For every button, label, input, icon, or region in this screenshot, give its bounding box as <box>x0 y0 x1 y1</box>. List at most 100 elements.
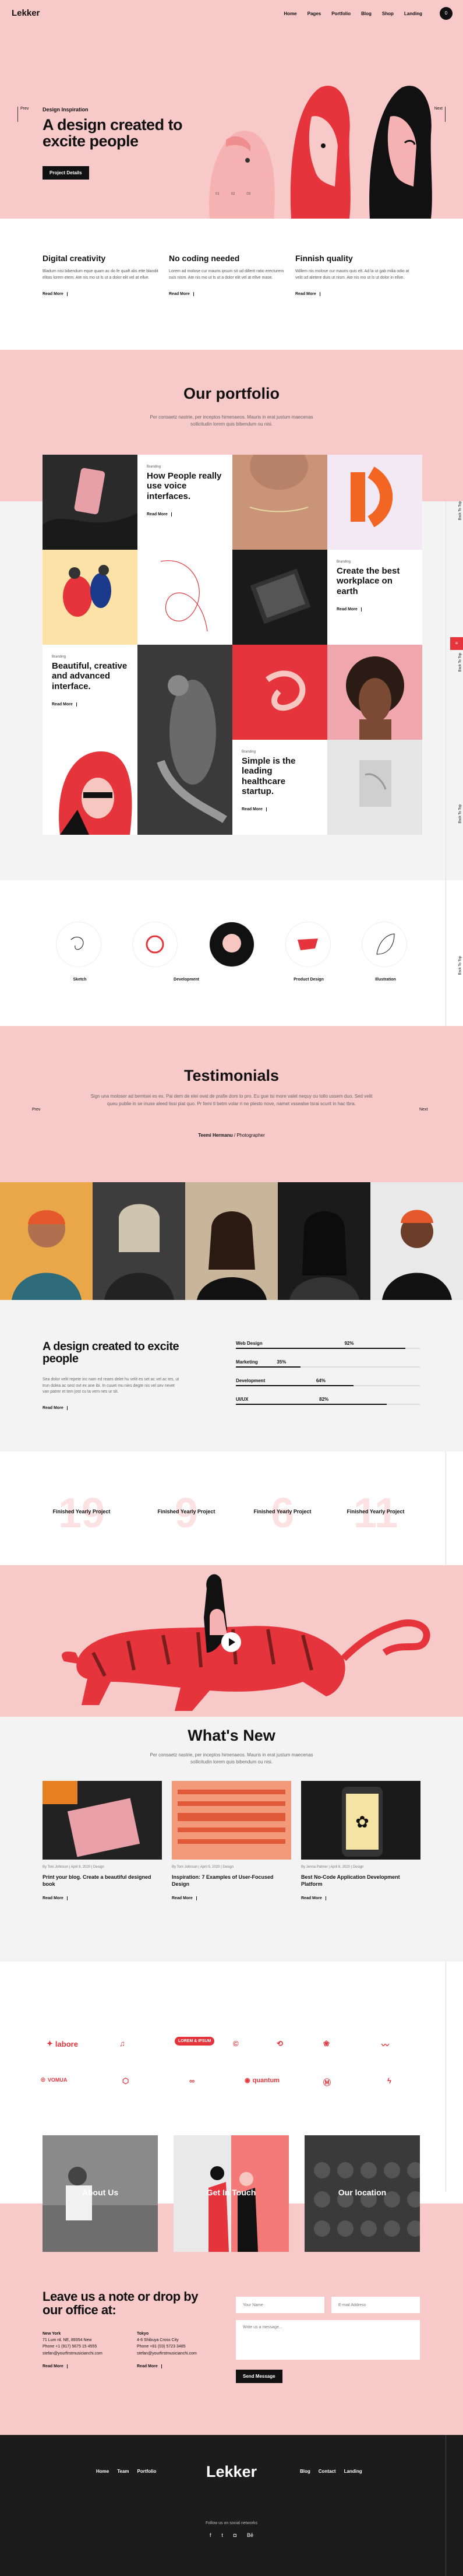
partner-logo[interactable]: ❀ <box>323 2039 330 2048</box>
back-to-top-link[interactable]: Back To Top <box>458 956 462 975</box>
development-icon[interactable] <box>133 922 177 967</box>
portfolio-card[interactable]: Branding Create the best workplace on ea… <box>327 550 422 645</box>
news-title-link[interactable]: Best No-Code Application Development Pla… <box>301 1874 420 1888</box>
footer-link[interactable]: Blog <box>300 2469 310 2474</box>
read-more-link[interactable]: Read More <box>301 1896 326 1900</box>
sketch-icon[interactable] <box>56 922 101 967</box>
portfolio-image[interactable] <box>327 645 422 740</box>
partner-logo[interactable]: ✦ labore <box>47 2039 78 2048</box>
partner-logo[interactable]: ♫ <box>119 2039 125 2048</box>
partner-logo[interactable]: © <box>233 2039 239 2048</box>
nav-shop[interactable]: Shop <box>382 11 394 16</box>
partner-logo[interactable]: LOREM & IPSUM <box>175 2037 215 2046</box>
read-more-link[interactable]: Read More <box>242 807 267 811</box>
slide-indicator[interactable]: 03 <box>246 192 250 196</box>
news-card[interactable]: ✿ By Jenna Palmer | April 8, 2020 | Desi… <box>301 1781 420 1901</box>
hero-next-button[interactable]: Next <box>434 107 446 122</box>
portfolio-image[interactable] <box>327 740 422 835</box>
instagram-icon[interactable]: ◘ <box>234 2532 236 2538</box>
read-more-link[interactable]: Read More <box>43 2363 68 2370</box>
portfolio-image[interactable] <box>43 550 137 645</box>
nav-landing[interactable]: Landing <box>404 11 422 16</box>
testimonial-prev-button[interactable]: Prev <box>32 1108 40 1112</box>
news-image[interactable] <box>43 1781 162 1860</box>
tag-label[interactable]: Product Design <box>285 978 332 982</box>
testimonial-next-button[interactable]: Next <box>419 1108 427 1112</box>
message-textarea[interactable] <box>236 2320 420 2360</box>
read-more-link[interactable]: Read More <box>43 1406 68 1410</box>
facebook-icon[interactable]: f <box>210 2532 211 2538</box>
read-more-link[interactable]: Read More <box>172 1896 197 1900</box>
illustration-icon[interactable] <box>286 922 330 967</box>
partner-logo[interactable]: ◉ quantum <box>245 2076 280 2085</box>
name-input[interactable] <box>236 2297 324 2313</box>
read-more-link[interactable]: Read More <box>169 292 194 296</box>
portfolio-image[interactable] <box>43 740 137 835</box>
tag-label[interactable]: Development <box>163 978 210 982</box>
hero-prev-button[interactable]: Prev <box>17 107 29 122</box>
tag-label[interactable]: Illustration <box>362 978 409 982</box>
news-title-link[interactable]: Print your blog. Create a beautiful desi… <box>43 1874 162 1888</box>
portfolio-image[interactable] <box>232 455 327 550</box>
footer-link[interactable]: Landing <box>344 2469 362 2474</box>
news-image[interactable] <box>172 1781 291 1860</box>
our-location-card[interactable]: Our location <box>305 2135 420 2252</box>
email-input[interactable] <box>331 2297 420 2313</box>
portfolio-card[interactable]: Branding Beautiful, creative and advance… <box>43 645 137 740</box>
news-card[interactable]: By Tom Johnson | April 5, 2020 | Design … <box>172 1781 291 1901</box>
portfolio-image[interactable] <box>137 645 232 835</box>
news-title-link[interactable]: Inspiration: 7 Examples of User-Focused … <box>172 1874 291 1888</box>
about-us-card[interactable]: About Us <box>43 2135 158 2252</box>
portfolio-card[interactable]: Branding Simple is the leading healthcar… <box>232 740 327 835</box>
read-more-link[interactable]: Read More <box>43 1896 68 1900</box>
product-design-icon[interactable] <box>210 922 254 967</box>
partner-logo[interactable]: ϟ <box>387 2076 391 2085</box>
read-more-link[interactable]: Read More <box>137 2363 162 2370</box>
behance-icon[interactable]: Bē <box>247 2532 253 2538</box>
nav-portfolio[interactable]: Portfolio <box>331 11 351 16</box>
tag-label[interactable]: Sketch <box>56 978 103 982</box>
read-more-link[interactable]: Read More <box>52 702 77 707</box>
project-details-button[interactable]: Project Details <box>43 166 89 180</box>
back-to-top-link[interactable]: Back To Top <box>458 501 462 520</box>
footer-link[interactable]: Contact <box>319 2469 336 2474</box>
portfolio-image[interactable] <box>43 455 137 550</box>
back-to-top-link[interactable]: Back To Top <box>458 804 462 823</box>
portfolio-image[interactable] <box>232 550 327 645</box>
back-to-top-link[interactable]: Back To Top <box>458 653 462 672</box>
slide-indicator[interactable]: 01 <box>215 192 220 196</box>
portfolio-image[interactable] <box>232 645 327 740</box>
leaf-icon[interactable] <box>362 922 407 967</box>
portfolio-image[interactable] <box>137 550 232 645</box>
partner-logo[interactable]: ⬡ <box>122 2076 129 2086</box>
partner-logo[interactable]: Ⓜ <box>323 2076 331 2087</box>
cart-button[interactable]: 0 <box>440 7 453 20</box>
testimonial-avatar[interactable] <box>93 1182 185 1300</box>
partner-logo[interactable]: ◎ VOMUA <box>41 2076 67 2083</box>
send-message-button[interactable]: Send Message <box>236 2370 282 2383</box>
partner-logo[interactable]: 〰 <box>381 2039 389 2050</box>
twitter-icon[interactable]: t <box>221 2532 223 2538</box>
testimonial-avatar[interactable] <box>278 1182 370 1300</box>
testimonial-avatar[interactable] <box>185 1182 278 1300</box>
read-more-link[interactable]: Read More <box>295 292 320 296</box>
nav-home[interactable]: Home <box>284 11 296 16</box>
read-more-link[interactable]: Read More <box>147 512 172 516</box>
partner-logo[interactable]: ⟲ <box>277 2039 283 2048</box>
nav-pages[interactable]: Pages <box>308 11 321 16</box>
slide-indicator[interactable]: 02 <box>231 192 235 196</box>
news-card[interactable]: By Toni Johnson | April 8, 2020 | Design… <box>43 1781 162 1901</box>
nav-blog[interactable]: Blog <box>361 11 372 16</box>
portfolio-card[interactable]: Branding How People really use voice int… <box>137 455 232 550</box>
play-video-button[interactable] <box>221 1632 241 1652</box>
side-badge[interactable]: ≡ <box>450 637 463 650</box>
news-image[interactable]: ✿ <box>301 1781 420 1860</box>
read-more-link[interactable]: Read More <box>43 292 68 296</box>
footer-logo[interactable]: Lekker <box>0 2463 463 2481</box>
testimonial-avatar[interactable] <box>0 1182 93 1300</box>
get-in-touch-card[interactable]: Get In Touch <box>174 2135 289 2252</box>
read-more-link[interactable]: Read More <box>337 607 362 612</box>
partner-logo[interactable]: ∞ <box>189 2076 195 2085</box>
site-logo[interactable]: Lekker <box>12 8 40 18</box>
portfolio-image[interactable] <box>327 455 422 550</box>
